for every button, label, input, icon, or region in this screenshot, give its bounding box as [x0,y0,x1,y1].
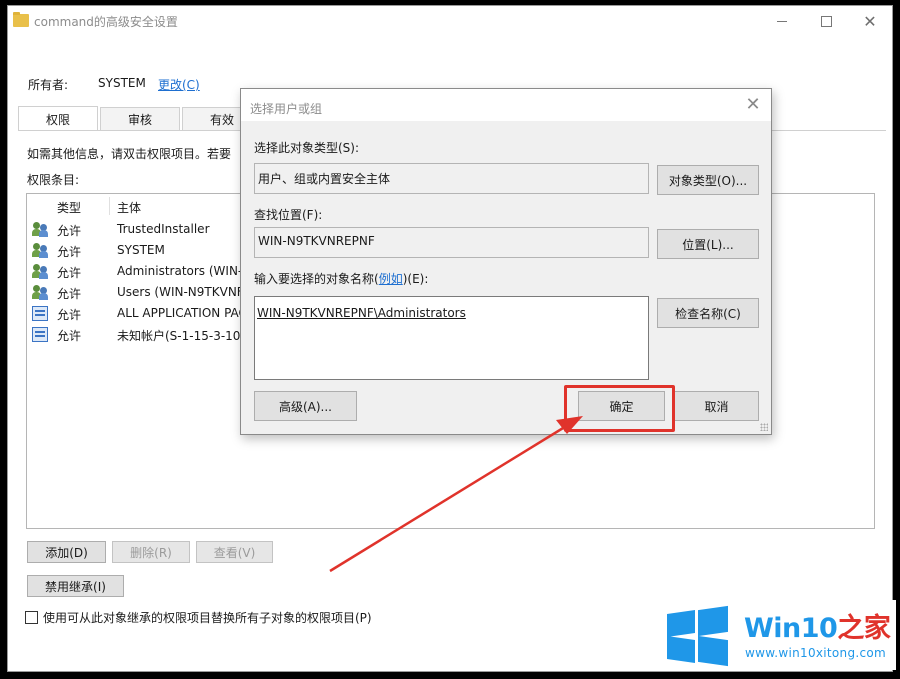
win10-watermark: Win10之家 www.win10xitong.com [640,600,896,670]
windows-logo-icon [667,605,731,667]
watermark-brand-prefix: Win10 [744,613,838,644]
red-arrow-annotation [329,416,583,573]
watermark-brand-suffix: 之家 [837,613,891,644]
watermark-brand: Win10之家 [744,606,891,645]
watermark-url: www.win10xitong.com [745,646,887,660]
